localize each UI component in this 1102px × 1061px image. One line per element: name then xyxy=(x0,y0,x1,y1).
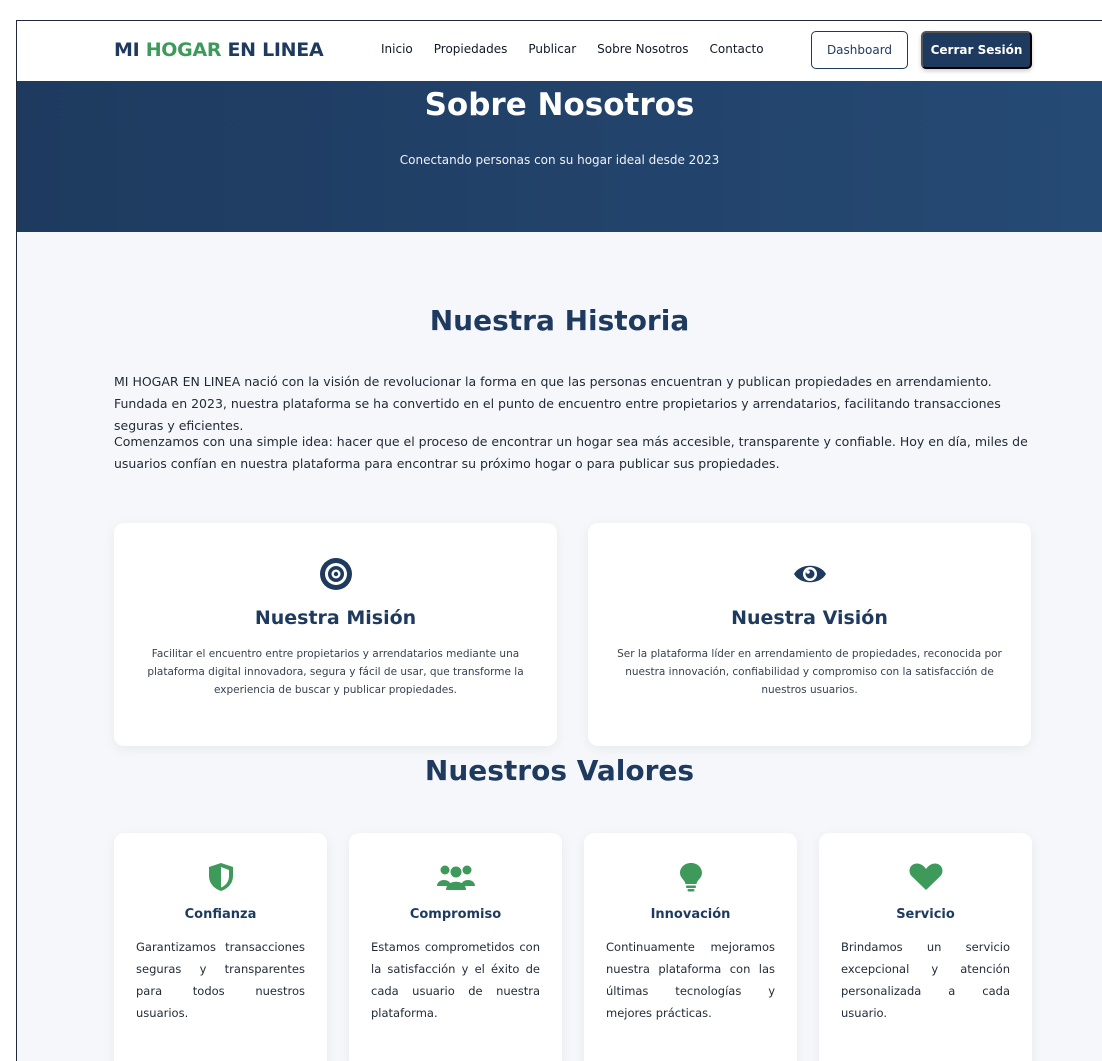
brand-text-2: EN LINEA xyxy=(221,39,324,61)
logout-button[interactable]: Cerrar Sesión xyxy=(921,31,1032,69)
nav-link-inicio[interactable]: Inicio xyxy=(381,42,413,56)
value-text: Continuamente mejoramos nuestra platafor… xyxy=(606,940,775,1020)
value-card-innovacion: Innovación Continuamente mejoramos nuest… xyxy=(584,833,797,1061)
users-icon xyxy=(436,861,476,893)
nav-links: Inicio Propiedades Publicar Sobre Nosotr… xyxy=(381,42,785,56)
value-text: Brindamos un servicio excepcional y aten… xyxy=(841,940,1010,1020)
value-title: Compromiso xyxy=(409,907,502,922)
brand-text-1: MI xyxy=(114,39,146,61)
value-text: Estamos comprometidos con la satisfacció… xyxy=(371,940,540,1020)
history-paragraph-2: Comenzamos con una simple idea: hacer qu… xyxy=(114,434,1028,471)
navbar: MI HOGAR EN LINEA Inicio Propiedades Pub… xyxy=(17,21,1102,81)
brand-text-accent: HOGAR xyxy=(145,39,222,61)
nav-link-sobre-nosotros[interactable]: Sobre Nosotros xyxy=(597,42,688,56)
shield-icon xyxy=(201,861,241,893)
lightbulb-icon xyxy=(671,861,711,893)
target-icon xyxy=(319,557,353,591)
eye-icon xyxy=(793,557,827,591)
value-card-confianza: Confianza Garantizamos transacciones seg… xyxy=(114,833,327,1061)
value-title: Innovación xyxy=(650,907,731,922)
value-title: Confianza xyxy=(184,907,257,922)
nav-link-contacto[interactable]: Contacto xyxy=(710,42,764,56)
heart-icon xyxy=(906,861,946,893)
mission-text: Facilitar el encuentro entre propietario… xyxy=(147,648,524,696)
nav-link-propiedades[interactable]: Propiedades xyxy=(434,42,508,56)
values-title: Nuestros Valores xyxy=(424,754,695,787)
vision-card: Nuestra Visión Ser la plataforma líder e… xyxy=(588,523,1031,746)
hero-title: Sobre Nosotros xyxy=(424,87,695,123)
value-card-compromiso: Compromiso Estamos comprometidos con la … xyxy=(349,833,562,1061)
nav-link-publicar[interactable]: Publicar xyxy=(528,42,576,56)
history-title: Nuestra Historia xyxy=(429,304,690,337)
vision-text: Ser la plataforma líder en arrendamiento… xyxy=(617,648,1002,696)
value-card-servicio: Servicio Brindamos un servicio excepcion… xyxy=(819,833,1032,1061)
brand-logo[interactable]: MI HOGAR EN LINEA xyxy=(114,39,324,61)
mission-card: Nuestra Misión Facilitar el encuentro en… xyxy=(114,523,557,746)
page-frame: MI HOGAR EN LINEA Inicio Propiedades Pub… xyxy=(16,20,1102,1061)
value-title: Servicio xyxy=(896,907,955,922)
hero-banner: Sobre Nosotros Conectando personas con s… xyxy=(17,81,1102,232)
value-text: Garantizamos transacciones seguras y tra… xyxy=(136,940,305,1020)
mission-title: Nuestra Misión xyxy=(254,607,417,629)
hero-subtitle: Conectando personas con su hogar ideal d… xyxy=(399,153,720,167)
vision-title: Nuestra Visión xyxy=(731,607,888,629)
history-paragraph-1: MI HOGAR EN LINEA nació con la visión de… xyxy=(114,374,1001,433)
dashboard-button[interactable]: Dashboard xyxy=(811,31,908,69)
